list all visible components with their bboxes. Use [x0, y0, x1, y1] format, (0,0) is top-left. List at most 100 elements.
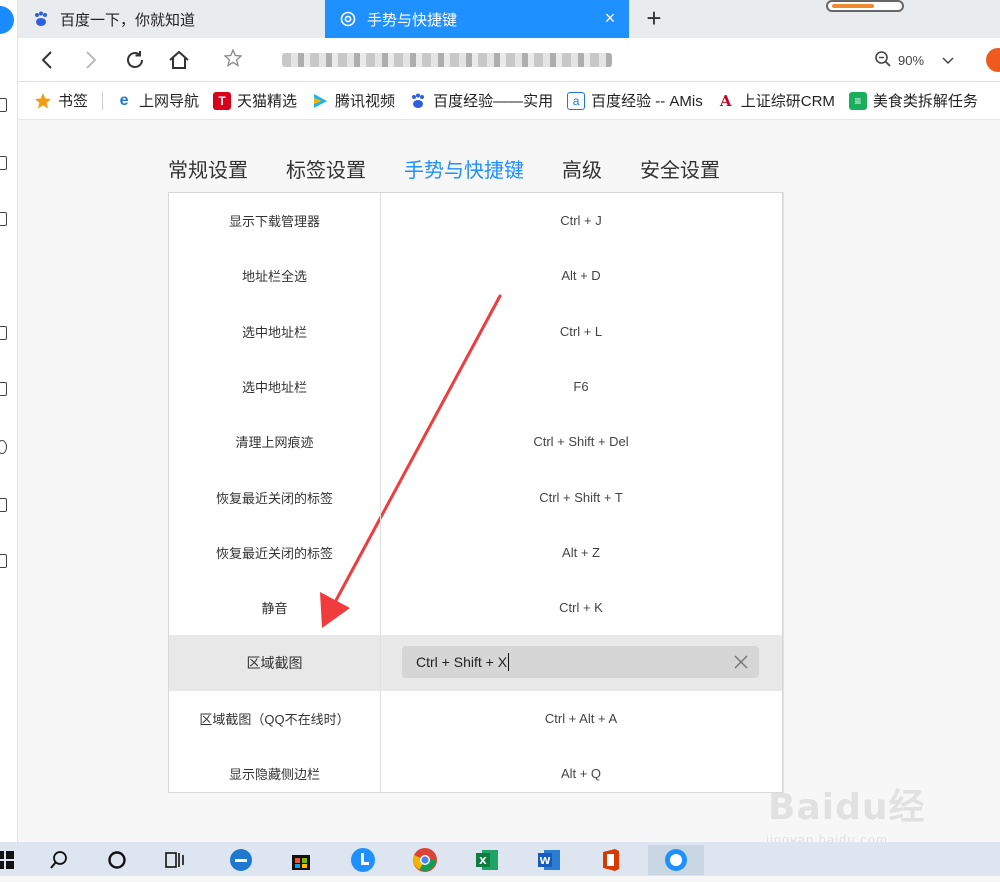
shortcut-value[interactable]: Alt + Q — [380, 766, 782, 781]
tab-title: 百度一下，你就知道 — [60, 11, 196, 29]
bookmark-item[interactable]: A 上证综研CRM — [717, 90, 835, 111]
svg-text:X: X — [479, 856, 487, 867]
bookmark-label: 百度经验 -- AMis — [591, 93, 703, 110]
browser-taskbar-icon[interactable] — [648, 845, 704, 875]
sidebar-icon[interactable] — [0, 382, 7, 396]
browser-logo-icon[interactable] — [0, 6, 14, 34]
window-scroll-indicator[interactable] — [826, 0, 904, 12]
forward-icon — [86, 51, 97, 69]
shortcut-value[interactable]: F6 — [380, 379, 782, 394]
chrome-icon[interactable] — [410, 845, 440, 875]
store-icon[interactable] — [286, 845, 316, 875]
bookmark-item[interactable]: a 百度经验 -- AMis — [567, 90, 703, 111]
url-text-blurred — [282, 53, 612, 67]
sidebar-icon[interactable] — [0, 156, 7, 170]
url-field[interactable] — [223, 46, 864, 74]
cortana-icon[interactable] — [102, 845, 132, 875]
bookmark-divider — [102, 91, 104, 110]
tencent-video-icon — [311, 92, 329, 110]
forward-button[interactable] — [76, 46, 106, 74]
sidebar-icon[interactable] — [0, 98, 7, 112]
windows-start-icon[interactable] — [0, 845, 20, 875]
bookmark-label: 书签 — [58, 93, 89, 110]
settings-tabs: 常规设置 标签设置 手势与快捷键 高级 安全设置 — [168, 154, 758, 195]
shortcut-input[interactable]: Ctrl + Shift + X — [402, 646, 759, 679]
zoom-control[interactable]: 90% — [874, 50, 954, 71]
bookmark-item[interactable]: e 上网导航 — [115, 90, 199, 111]
bookmark-item[interactable]: T 天猫精选 — [213, 90, 297, 111]
close-tab-icon[interactable]: × — [601, 9, 619, 27]
address-bar: 90% — [18, 38, 1000, 82]
action-label: 静音 — [261, 601, 288, 617]
table-row[interactable]: 恢复最近关闭的标签 Ctrl + Shift + T — [169, 469, 782, 524]
column-divider — [783, 192, 784, 793]
new-tab-button[interactable]: + — [640, 4, 668, 32]
reload-icon — [127, 51, 143, 68]
sidebar-icon[interactable] — [0, 326, 7, 340]
reload-button[interactable] — [120, 46, 150, 74]
tab-security[interactable]: 安全设置 — [640, 154, 720, 193]
bookmark-item[interactable]: ≡ 美食类拆解任务 — [848, 90, 978, 111]
tab-tab-settings[interactable]: 标签设置 — [286, 154, 366, 193]
action-label: 恢复最近关闭的标签 — [215, 490, 333, 506]
edge-icon[interactable] — [226, 845, 256, 875]
ie-icon: e — [119, 91, 129, 109]
amis-icon: a — [567, 91, 586, 110]
bookmark-star-icon[interactable] — [223, 47, 243, 72]
baidu-paw-icon — [409, 92, 427, 110]
shortcut-value[interactable]: Ctrl + Alt + A — [380, 711, 782, 726]
home-button[interactable] — [164, 46, 194, 74]
bookmark-item[interactable]: 腾讯视频 — [311, 90, 395, 111]
search-icon[interactable] — [44, 845, 74, 875]
gear-icon — [339, 10, 357, 28]
tab-gestures-shortcuts[interactable]: 手势与快捷键 — [404, 154, 524, 195]
shortcut-value[interactable]: Alt + D — [380, 268, 782, 283]
excel-icon[interactable]: X — [472, 845, 502, 875]
bookmark-folder[interactable]: 书签 — [34, 90, 88, 111]
word-icon[interactable]: W — [534, 845, 564, 875]
table-row[interactable]: 清理上网痕迹 Ctrl + Shift + Del — [169, 414, 782, 469]
table-row[interactable]: 地址栏全选 Alt + D — [169, 248, 782, 303]
table-row-editing[interactable]: 区域截图 Ctrl + Shift + X — [169, 635, 782, 691]
sidebar-icon[interactable] — [0, 212, 7, 226]
action-label: 地址栏全选 — [241, 269, 307, 285]
sheet-icon: ≡ — [848, 91, 867, 110]
sidebar-icon[interactable] — [0, 498, 7, 512]
text-caret — [508, 653, 510, 672]
clear-icon[interactable] — [731, 652, 751, 672]
table-row[interactable]: 选中地址栏 F6 — [169, 359, 782, 414]
shortcut-value[interactable]: Ctrl + J — [380, 213, 782, 228]
task-view-icon[interactable] — [160, 845, 190, 875]
shortcut-value[interactable]: Ctrl + K — [380, 600, 782, 615]
table-row[interactable]: 选中地址栏 Ctrl + L — [169, 304, 782, 359]
bookmarks-bar: 书签 e 上网导航 T 天猫精选 腾讯视频 百度经验——实用 a 百度经验 --… — [18, 82, 1000, 120]
office-icon[interactable] — [596, 845, 626, 875]
tab-shortcuts[interactable]: 手势与快捷键 × — [325, 0, 629, 38]
action-label: 区域截图 — [246, 655, 303, 672]
chevron-down-icon[interactable] — [942, 53, 954, 68]
home-icon — [169, 50, 189, 69]
app-icon-blue[interactable] — [348, 845, 378, 875]
back-button[interactable] — [32, 46, 62, 74]
bookmark-label: 腾讯视频 — [335, 93, 396, 110]
table-row[interactable]: 显示下载管理器 Ctrl + J — [169, 193, 782, 248]
tab-advanced[interactable]: 高级 — [562, 154, 602, 193]
action-label: 清理上网痕迹 — [235, 435, 314, 451]
shortcut-value[interactable]: Alt + Z — [380, 545, 782, 560]
sidebar-icon[interactable] — [0, 554, 7, 568]
table-row[interactable]: 静音 Ctrl + K — [169, 580, 782, 635]
table-row[interactable]: 恢复最近关闭的标签 Alt + Z — [169, 525, 782, 580]
shortcut-value[interactable]: Ctrl + Shift + Del — [380, 434, 782, 449]
tab-general[interactable]: 常规设置 — [168, 154, 248, 193]
shortcut-value[interactable]: Ctrl + Shift + T — [380, 490, 782, 505]
table-row[interactable]: 显示隐藏侧边栏 Alt + Q — [169, 746, 782, 792]
bookmark-item[interactable]: 百度经验——实用 — [409, 90, 553, 111]
bookmark-label: 天猫精选 — [237, 93, 298, 110]
tab-baidu[interactable]: 百度一下，你就知道 — [18, 0, 324, 38]
shortcut-value[interactable]: Ctrl + L — [380, 324, 782, 339]
extension-icon[interactable] — [986, 48, 1000, 72]
bookmark-label: 上网导航 — [139, 93, 200, 110]
action-label: 显示隐藏侧边栏 — [228, 767, 320, 783]
table-row[interactable]: 区域截图（QQ不在线时） Ctrl + Alt + A — [169, 691, 782, 746]
sidebar-icon[interactable] — [0, 440, 7, 454]
